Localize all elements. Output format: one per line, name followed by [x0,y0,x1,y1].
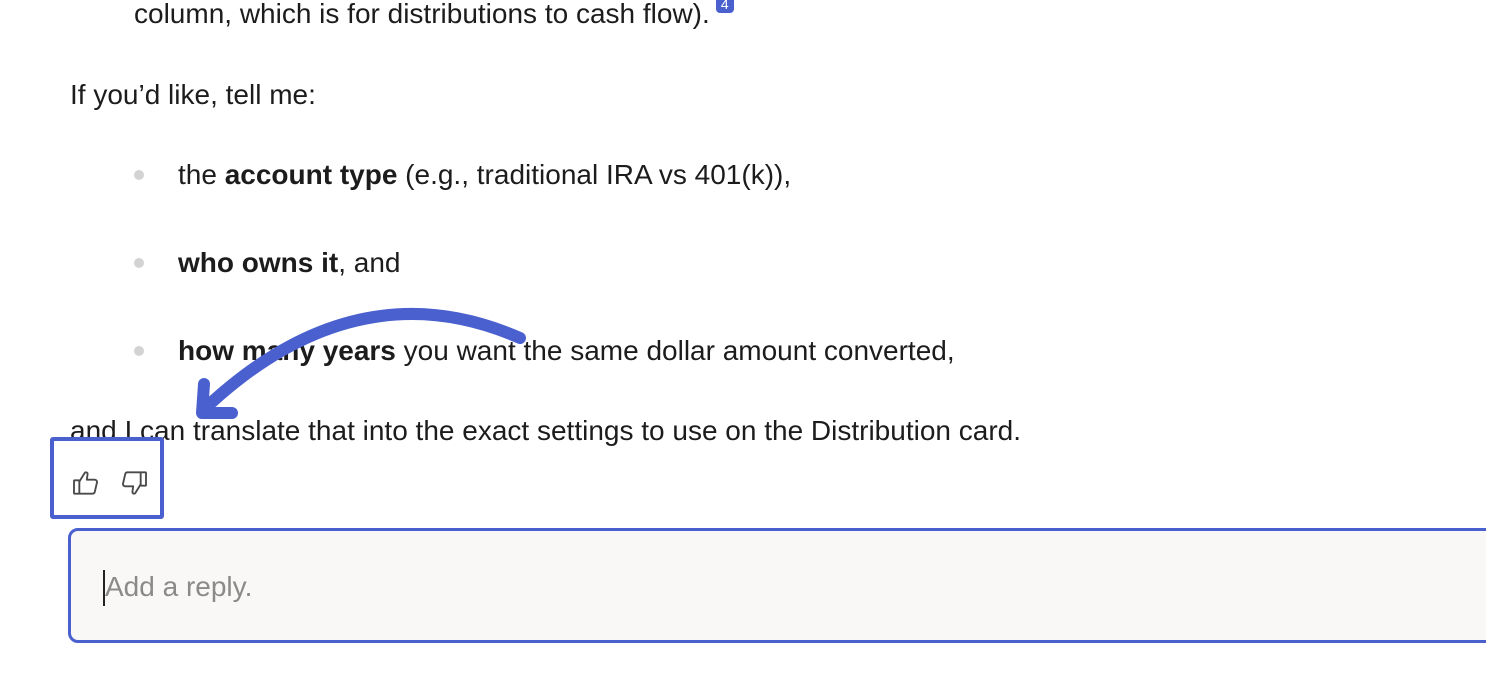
bullet-dot [134,346,144,356]
list-item-text: you want the same dollar amount converte… [395,335,955,366]
bullet-dot [134,170,144,180]
text-caret [103,570,105,606]
list-item-bold: how many years [178,335,396,366]
annotation-arrow-head [196,378,238,419]
list-item: who owns it, and [178,246,401,280]
reply-box[interactable] [68,528,1486,643]
list-item-text: , and [338,247,401,278]
message-top-line: column, which is for distributions to ca… [134,0,734,31]
reply-input[interactable] [105,567,1405,607]
feedback-highlight-box [50,437,164,519]
list-item-text: the [178,159,225,190]
message-closing: and I can translate that into the exact … [70,415,1022,446]
list-item: the account type (e.g., traditional IRA … [178,158,791,192]
message-intro: If you’d like, tell me: [70,79,316,110]
list-item-bold: who owns it [178,247,339,278]
citation-badge[interactable]: 4 [715,0,734,13]
bullet-dot [134,258,144,268]
list-item: how many years you want the same dollar … [178,334,955,368]
list-item-bold: account type [224,159,398,190]
message-top-line-text: column, which is for distributions to ca… [134,0,710,29]
list-item-text: (e.g., traditional IRA vs 401(k)), [397,159,792,190]
